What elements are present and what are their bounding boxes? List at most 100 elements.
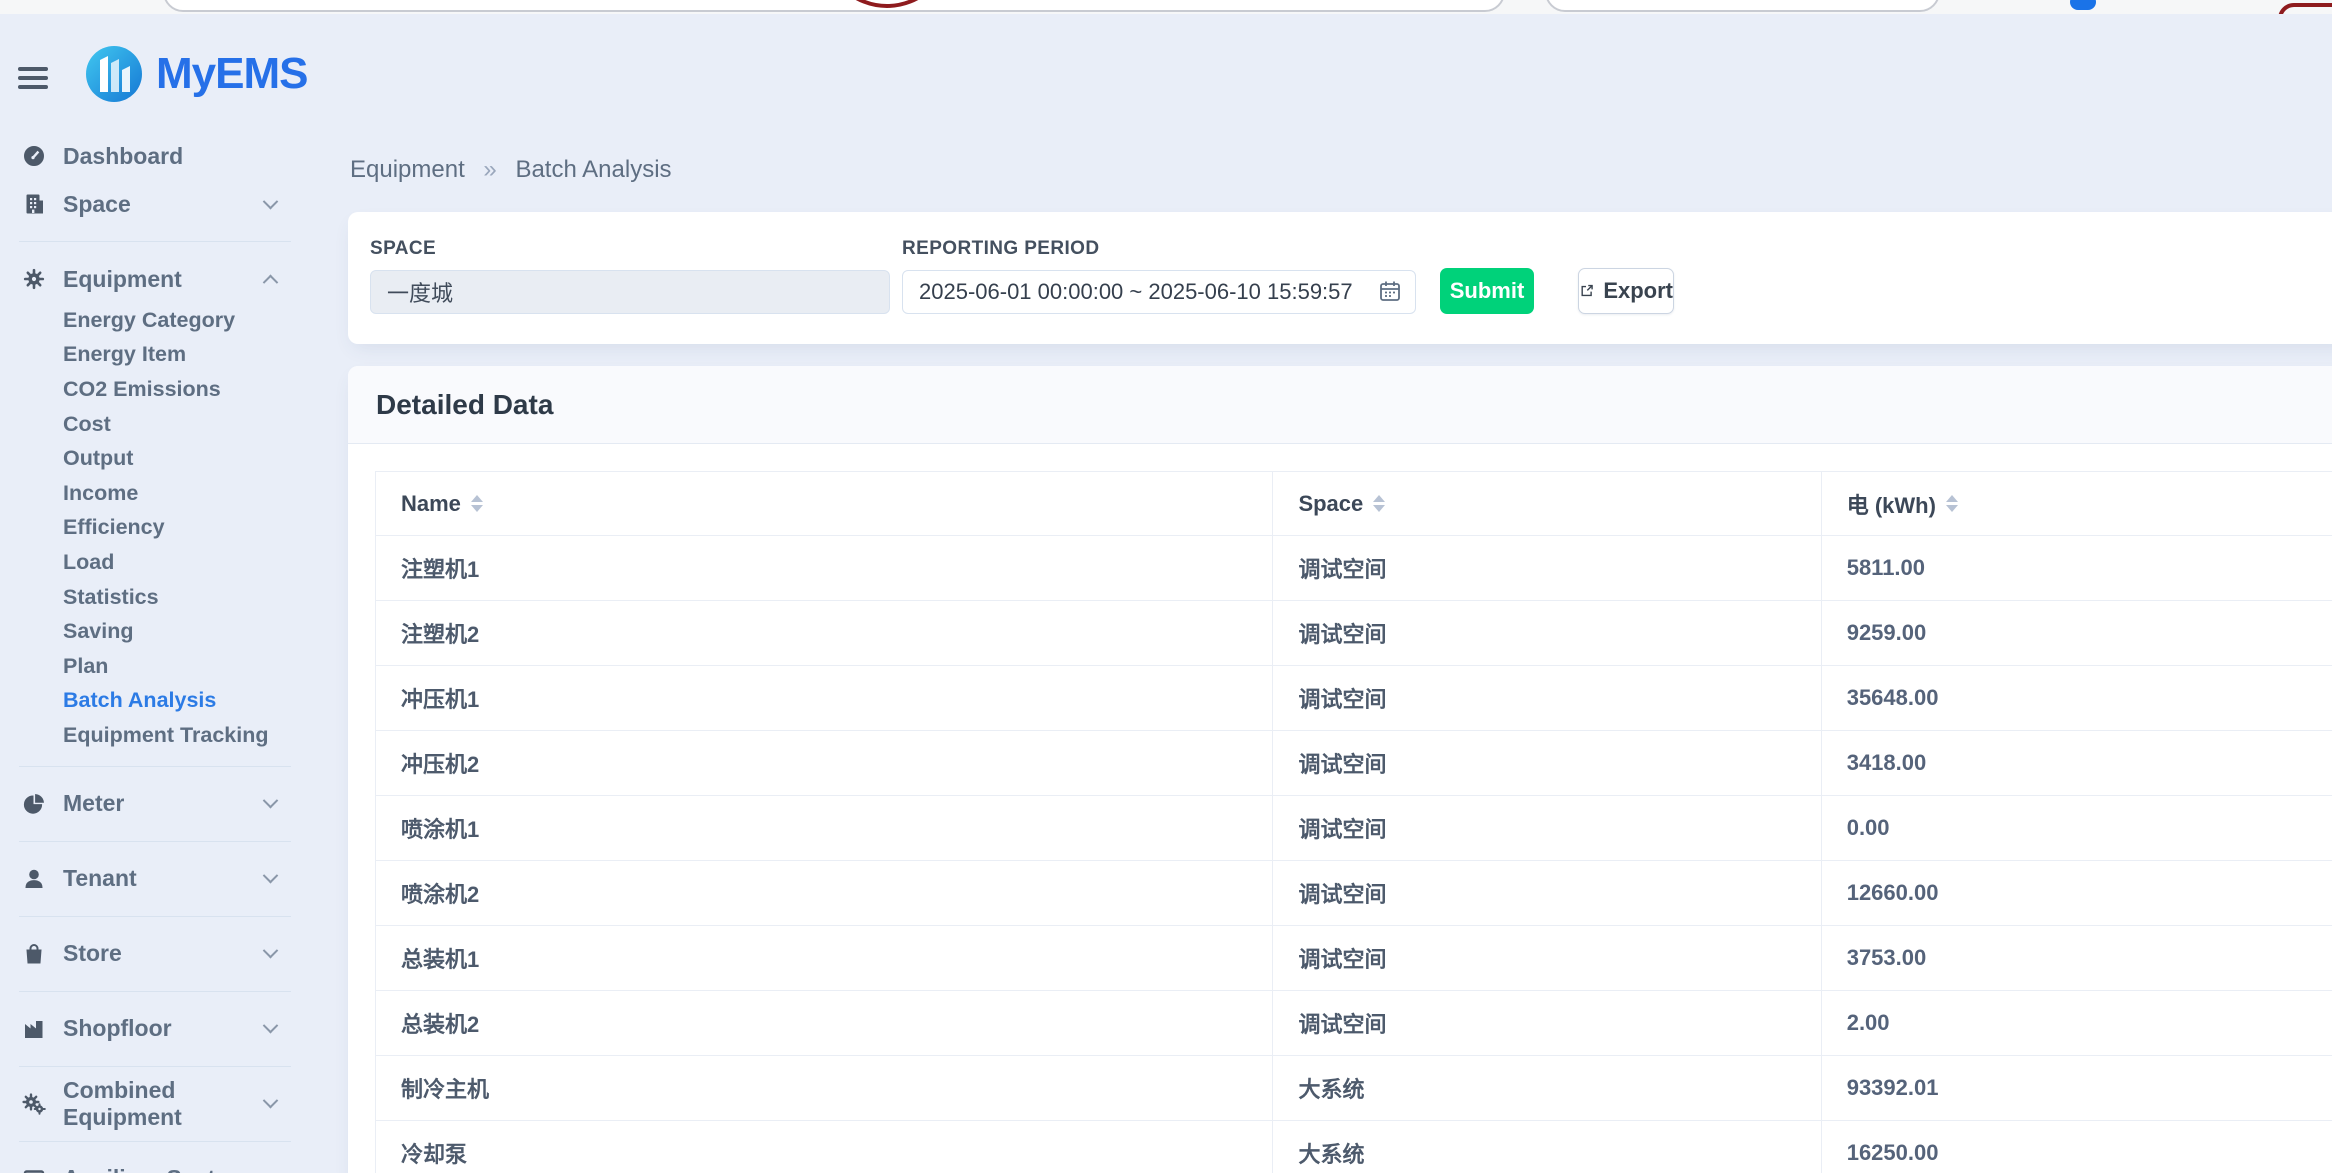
pie-chart-icon [19, 792, 49, 816]
chevron-up-icon [263, 274, 279, 290]
cell-space: 大系统 [1273, 1121, 1821, 1173]
cell-space: 调试空间 [1273, 861, 1821, 926]
table-row: 制冷主机大系统93392.01 [376, 1056, 2332, 1121]
sidebar-divider [19, 1141, 291, 1142]
table-row: 喷涂机1调试空间0.00 [376, 796, 2332, 861]
table-row: 总装机1调试空间3753.00 [376, 926, 2332, 991]
sidebar-subitem-cost[interactable]: Cost [63, 407, 310, 442]
column-header-space[interactable]: Space [1273, 472, 1821, 536]
table-row: 冲压机2调试空间3418.00 [376, 731, 2332, 796]
shopping-bag-icon [19, 942, 49, 966]
cell-kwh: 12660.00 [1821, 861, 2332, 926]
detailed-data-card: Detailed Data NameSpace电 (kWh) 注塑机1调试空间5… [348, 366, 2332, 1173]
sidebar-item-auxiliary-system[interactable]: Auxiliary System [0, 1155, 310, 1173]
sidebar-item-tenant[interactable]: Tenant [0, 855, 310, 903]
table-row: 注塑机2调试空间9259.00 [376, 601, 2332, 666]
export-button-label: Export [1603, 278, 1673, 304]
chevron-down-icon [263, 193, 279, 209]
detailed-data-card-body: NameSpace电 (kWh) 注塑机1调试空间5811.00注塑机2调试空间… [348, 444, 2332, 1173]
cell-kwh: 93392.01 [1821, 1056, 2332, 1121]
brand-name: MyEMS [156, 49, 307, 99]
cell-kwh: 3418.00 [1821, 731, 2332, 796]
cell-space: 调试空间 [1273, 601, 1821, 666]
calendar-icon[interactable] [1378, 279, 1402, 303]
sidebar-item-label: Shopfloor [63, 1015, 265, 1042]
sidebar-subitem-energy-item[interactable]: Energy Item [63, 338, 310, 373]
brand-logo[interactable]: MyEMS [86, 46, 307, 102]
sidebar-item-shopfloor[interactable]: Shopfloor [0, 1005, 310, 1053]
sidebar-item-label: Equipment [63, 266, 265, 293]
browser-chrome-strip [0, 0, 2332, 14]
cell-kwh: 5811.00 [1821, 536, 2332, 601]
cell-name: 冲压机2 [376, 731, 1273, 796]
sidebar-item-meter[interactable]: Meter [0, 780, 310, 828]
top-navbar: MyEMS [0, 14, 2332, 124]
sidebar-item-space[interactable]: Space [0, 180, 310, 228]
chevron-down-icon [263, 1168, 279, 1173]
cell-name: 总装机2 [376, 991, 1273, 1056]
sidebar-subitem-co2-emissions[interactable]: CO2 Emissions [63, 372, 310, 407]
sidebar-subitem-batch-analysis[interactable]: Batch Analysis [63, 684, 310, 719]
cell-name: 总装机1 [376, 926, 1273, 991]
sidebar-item-label: Tenant [63, 865, 265, 892]
breadcrumb-equipment[interactable]: Equipment [350, 156, 465, 183]
reporting-period-label: REPORTING PERIOD [902, 238, 1416, 260]
blue-button-fragment[interactable] [2070, 0, 2096, 10]
address-bar-fragment[interactable] [163, 0, 1505, 12]
space-field-group: SPACE [370, 238, 890, 314]
breadcrumb: Equipment » Batch Analysis [350, 156, 2332, 184]
submit-button[interactable]: Submit [1440, 268, 1534, 314]
sidebar-divider [19, 1066, 291, 1067]
sidebar-subitem-saving[interactable]: Saving [63, 614, 310, 649]
table-row: 总装机2调试空间2.00 [376, 991, 2332, 1056]
sidebar-subitem-equipment-tracking[interactable]: Equipment Tracking [63, 718, 310, 753]
cell-space: 调试空间 [1273, 796, 1821, 861]
sidebar-subitem-income[interactable]: Income [63, 476, 310, 511]
sidebar-divider [19, 766, 291, 767]
sidebar-subitem-load[interactable]: Load [63, 545, 310, 580]
reporting-period-group: REPORTING PERIOD [902, 238, 1416, 314]
sidebar-subitem-statistics[interactable]: Statistics [63, 580, 310, 615]
sidebar-subitem-efficiency[interactable]: Efficiency [63, 511, 310, 546]
sidebar-item-store[interactable]: Store [0, 930, 310, 978]
sidebar-item-equipment[interactable]: Equipment [0, 255, 310, 303]
table-row: 喷涂机2调试空间12660.00 [376, 861, 2332, 926]
cell-space: 调试空间 [1273, 666, 1821, 731]
sort-carets-icon[interactable] [471, 495, 483, 512]
column-header-label: 电 (kWh) [1847, 488, 1936, 520]
column-header-label: Space [1298, 491, 1363, 517]
breadcrumb-batch-analysis[interactable]: Batch Analysis [515, 156, 671, 183]
cell-name: 注塑机2 [376, 601, 1273, 666]
chevron-down-icon [263, 1093, 279, 1109]
sort-carets-icon[interactable] [1946, 495, 1958, 512]
sidebar-item-combined-equipment[interactable]: Combined Equipment [0, 1080, 310, 1128]
cell-space: 调试空间 [1273, 991, 1821, 1056]
sidebar-submenu-equipment: Energy CategoryEnergy ItemCO2 EmissionsC… [0, 303, 310, 753]
cell-kwh: 35648.00 [1821, 666, 2332, 731]
gear-icon [19, 267, 49, 291]
secondary-bar-fragment[interactable] [1545, 0, 1940, 12]
reporting-period-input[interactable] [902, 270, 1416, 314]
cell-space: 大系统 [1273, 1056, 1821, 1121]
export-button[interactable]: Export [1578, 268, 1674, 314]
sort-carets-icon[interactable] [1373, 495, 1385, 512]
hamburger-menu-icon[interactable] [18, 62, 52, 92]
column-header-kwh[interactable]: 电 (kWh) [1821, 472, 2332, 536]
myems-logo-icon [86, 46, 142, 102]
detailed-data-table: NameSpace电 (kWh) 注塑机1调试空间5811.00注塑机2调试空间… [375, 471, 2332, 1173]
sidebar-divider [19, 916, 291, 917]
sidebar-item-dashboard[interactable]: Dashboard [0, 132, 310, 180]
space-input[interactable] [370, 270, 890, 314]
cell-name: 喷涂机2 [376, 861, 1273, 926]
cell-space: 调试空间 [1273, 731, 1821, 796]
sidebar-subitem-output[interactable]: Output [63, 441, 310, 476]
sidebar-subitem-plan[interactable]: Plan [63, 649, 310, 684]
sidebar-divider [19, 241, 291, 242]
cell-kwh: 2.00 [1821, 991, 2332, 1056]
cell-space: 调试空间 [1273, 926, 1821, 991]
main-content: Equipment » Batch Analysis SPACE REPORTI… [348, 132, 2332, 1173]
column-header-name[interactable]: Name [376, 472, 1273, 536]
chevron-down-icon [263, 943, 279, 959]
sidebar-divider [19, 841, 291, 842]
sidebar-subitem-energy-category[interactable]: Energy Category [63, 303, 310, 338]
